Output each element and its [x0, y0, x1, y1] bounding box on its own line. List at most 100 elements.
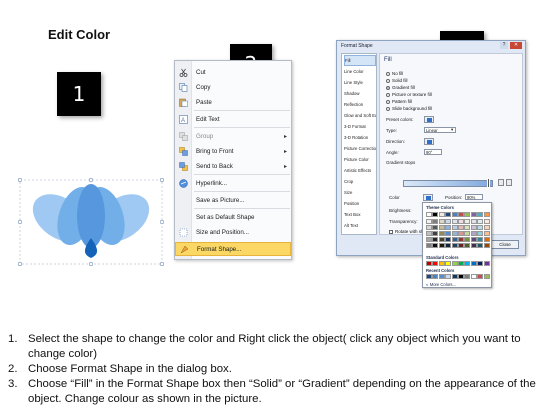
standard-color-swatch[interactable]	[432, 261, 439, 266]
theme-tint-swatch[interactable]	[451, 231, 458, 236]
category-artistic-effects[interactable]: Artistic Effects	[344, 165, 376, 176]
theme-color-swatch[interactable]	[477, 212, 484, 217]
theme-tint-swatch[interactable]	[483, 225, 490, 230]
category-picture-color[interactable]: Picture Color	[344, 154, 376, 165]
theme-color-swatch[interactable]	[445, 212, 452, 217]
recent-color-swatch[interactable]	[432, 274, 439, 279]
category-3d-rotation[interactable]: 3-D Rotation	[344, 132, 376, 143]
theme-tint-swatch[interactable]	[438, 243, 445, 248]
theme-tint-swatch[interactable]	[432, 243, 439, 248]
theme-tint-swatch[interactable]	[464, 219, 471, 224]
menu-item-bring-to-front[interactable]: Bring to Front ▸	[175, 144, 291, 158]
theme-tint-swatch[interactable]	[451, 243, 458, 248]
theme-tint-swatch[interactable]	[445, 231, 452, 236]
position-input[interactable]: 90%	[465, 194, 483, 200]
category-picture-corrections[interactable]: Picture Corrections	[344, 143, 376, 154]
menu-item-size-position[interactable]: Size and Position...	[175, 225, 291, 239]
category-text-box[interactable]: Text Box	[344, 209, 376, 220]
theme-tint-swatch[interactable]	[477, 231, 484, 236]
theme-tint-swatch[interactable]	[432, 231, 439, 236]
category-crop[interactable]: Crop	[344, 176, 376, 187]
recent-color-swatch[interactable]	[464, 274, 471, 279]
angle-input[interactable]: 90°	[424, 149, 442, 155]
recent-color-swatch[interactable]	[470, 274, 477, 279]
theme-tint-swatch[interactable]	[451, 237, 458, 242]
theme-tint-swatch[interactable]	[426, 225, 432, 230]
category-fill[interactable]: Fill	[344, 55, 376, 66]
theme-tint-swatch[interactable]	[477, 219, 484, 224]
theme-tint-swatch[interactable]	[470, 243, 477, 248]
dialog-close-icon[interactable]: ✕	[510, 42, 522, 49]
menu-item-format-shape[interactable]: Format Shape...	[175, 242, 291, 256]
theme-tint-swatch[interactable]	[451, 219, 458, 224]
recent-color-swatch[interactable]	[483, 274, 490, 279]
theme-tint-swatch[interactable]	[464, 237, 471, 242]
recent-color-swatch[interactable]	[451, 274, 458, 279]
standard-color-swatch[interactable]	[470, 261, 477, 266]
theme-tint-swatch[interactable]	[477, 237, 484, 242]
standard-color-swatch[interactable]	[483, 261, 490, 266]
theme-tint-swatch[interactable]	[445, 219, 452, 224]
theme-tint-swatch[interactable]	[470, 237, 477, 242]
theme-tint-swatch[interactable]	[426, 231, 432, 236]
color-picker-button[interactable]	[423, 194, 433, 201]
recent-color-swatch[interactable]	[438, 274, 445, 279]
standard-color-swatch[interactable]	[438, 261, 445, 266]
standard-color-swatch[interactable]	[464, 261, 471, 266]
theme-tint-swatch[interactable]	[483, 243, 490, 248]
radio-no-fill[interactable]: No fill	[386, 71, 403, 76]
theme-tint-swatch[interactable]	[426, 219, 432, 224]
radio-gradient-fill[interactable]: Gradient fill	[386, 85, 415, 90]
recent-color-swatch[interactable]	[426, 274, 432, 279]
theme-tint-swatch[interactable]	[432, 219, 439, 224]
menu-item-cut[interactable]: Cut	[175, 65, 291, 79]
theme-tint-swatch[interactable]	[458, 219, 464, 224]
theme-tint-swatch[interactable]	[445, 243, 452, 248]
radio-picture-fill[interactable]: Picture or texture fill	[386, 92, 432, 97]
standard-color-swatch[interactable]	[477, 261, 484, 266]
theme-tint-swatch[interactable]	[470, 219, 477, 224]
standard-color-swatch[interactable]	[445, 261, 452, 266]
gradient-stop-handle[interactable]	[487, 178, 490, 188]
gradient-stop-bar[interactable]	[403, 180, 493, 187]
menu-item-save-as-picture[interactable]: Save as Picture...	[175, 193, 291, 207]
theme-tint-swatch[interactable]	[438, 237, 445, 242]
menu-item-copy[interactable]: Copy	[175, 80, 291, 94]
theme-tint-swatch[interactable]	[483, 237, 490, 242]
theme-tint-swatch[interactable]	[438, 225, 445, 230]
remove-stop-button[interactable]	[506, 179, 512, 186]
theme-color-swatch[interactable]	[470, 212, 477, 217]
category-alt-text[interactable]: Alt Text	[344, 220, 376, 231]
direction-button[interactable]	[424, 138, 434, 145]
category-line-color[interactable]: Line Color	[344, 66, 376, 77]
category-reflection[interactable]: Reflection	[344, 99, 376, 110]
theme-tint-swatch[interactable]	[477, 243, 484, 248]
theme-tint-swatch[interactable]	[458, 237, 464, 242]
radio-slide-background-fill[interactable]: Slide background fill	[386, 106, 432, 111]
category-line-style[interactable]: Line Style	[344, 77, 376, 88]
theme-tint-swatch[interactable]	[458, 225, 464, 230]
radio-pattern-fill[interactable]: Pattern fill	[386, 99, 412, 104]
recent-color-swatch[interactable]	[445, 274, 452, 279]
standard-color-swatch[interactable]	[451, 261, 458, 266]
recent-color-swatch[interactable]	[477, 274, 484, 279]
menu-item-edit-text[interactable]: A Edit Text	[175, 112, 291, 126]
theme-color-swatch[interactable]	[458, 212, 464, 217]
theme-color-swatch[interactable]	[438, 212, 445, 217]
theme-tint-swatch[interactable]	[464, 225, 471, 230]
category-size[interactable]: Size	[344, 187, 376, 198]
menu-item-send-to-back[interactable]: Send to Back ▸	[175, 159, 291, 173]
help-button[interactable]: ?	[500, 42, 508, 49]
recent-color-swatch[interactable]	[458, 274, 464, 279]
menu-item-paste[interactable]: Paste	[175, 95, 291, 109]
theme-color-swatch[interactable]	[451, 212, 458, 217]
more-colors-link[interactable]: ◐ More Colors...	[426, 282, 456, 287]
category-glow-soft-edges[interactable]: Glow and Soft Edges	[344, 110, 376, 121]
theme-tint-swatch[interactable]	[470, 225, 477, 230]
selected-shape[interactable]	[17, 172, 165, 267]
category-shadow[interactable]: Shadow	[344, 88, 376, 99]
radio-solid-fill[interactable]: Solid fill	[386, 78, 408, 83]
theme-tint-swatch[interactable]	[451, 225, 458, 230]
preset-colors-button[interactable]	[424, 116, 434, 123]
theme-tint-swatch[interactable]	[477, 225, 484, 230]
